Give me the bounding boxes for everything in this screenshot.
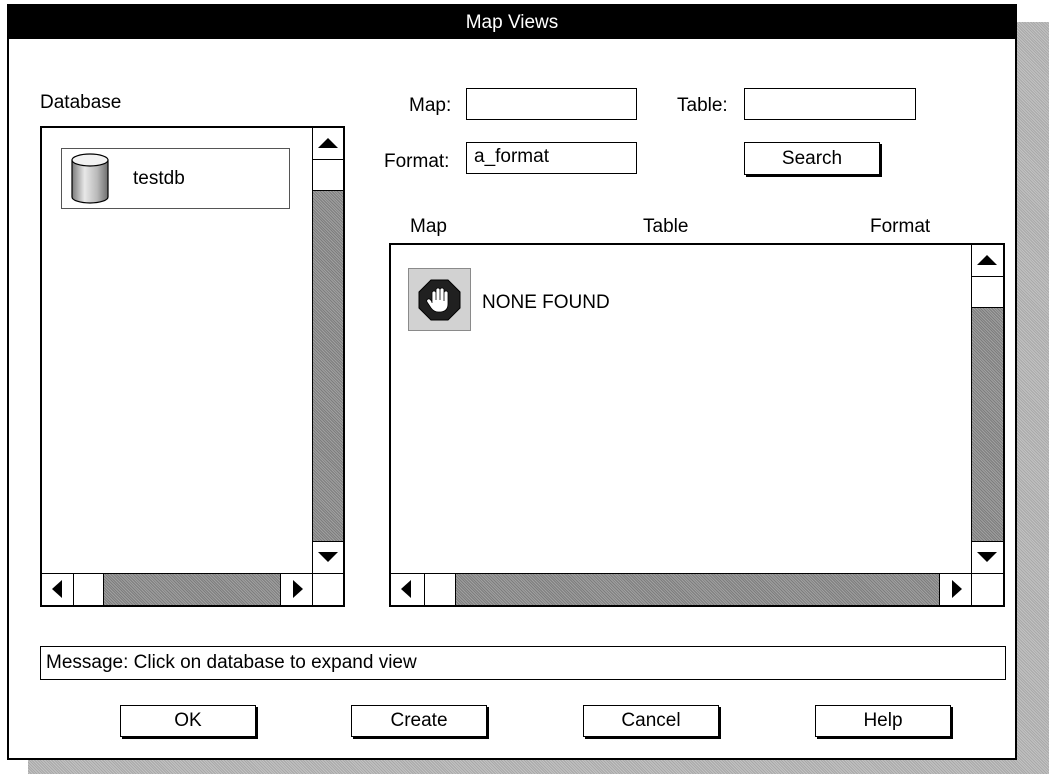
database-item-testdb[interactable]: testdb [61,148,290,209]
arrow-down-icon [977,552,997,562]
database-vertical-scrollbar[interactable] [312,128,343,573]
scroll-down-button[interactable] [972,541,1003,573]
message-text: Message: Click on database to expand vie… [46,652,417,673]
ok-button-label: OK [174,710,202,731]
scroll-corner [312,573,343,605]
help-button-label: Help [863,710,903,731]
arrow-up-icon [318,138,338,148]
scroll-thumb[interactable] [425,574,456,605]
scroll-thumb[interactable] [972,277,1003,308]
scroll-right-button[interactable] [939,574,971,605]
scroll-track[interactable] [104,574,280,605]
format-label: Format: [384,151,450,172]
window-title: Map Views [465,12,559,33]
column-header-table: Table [643,216,689,237]
help-button[interactable]: Help [815,705,951,737]
results-list[interactable]: NONE FOUND [389,243,1005,607]
map-input[interactable] [466,88,637,120]
search-button-label: Search [781,148,843,169]
scroll-thumb[interactable] [74,574,104,605]
results-horizontal-scrollbar[interactable] [391,573,971,605]
format-input[interactable]: a_format [466,142,637,174]
scroll-thumb[interactable] [313,160,343,191]
cancel-button[interactable]: Cancel [583,705,719,737]
scroll-up-button[interactable] [972,245,1003,277]
create-button-label: Create [390,710,448,731]
arrow-right-icon [952,580,962,598]
database-item-label: testdb [133,168,185,189]
database-list[interactable]: testdb [40,126,345,607]
scroll-track[interactable] [972,308,1003,541]
arrow-left-icon [401,580,411,598]
arrow-right-icon [293,580,303,598]
cancel-button-label: Cancel [621,710,681,731]
scroll-track[interactable] [456,574,939,605]
scroll-down-button[interactable] [313,541,343,573]
results-vertical-scrollbar[interactable] [971,245,1003,573]
map-views-dialog: Map Views Database testdb Map: Table: Fo… [7,4,1017,760]
table-input[interactable] [744,88,916,120]
scroll-left-button[interactable] [42,574,74,605]
arrow-left-icon [52,580,62,598]
column-header-format: Format [870,216,931,237]
title-bar: Map Views [9,6,1015,39]
scroll-track[interactable] [313,191,343,541]
database-horizontal-scrollbar[interactable] [42,573,312,605]
database-cylinder-icon [71,153,109,204]
search-button[interactable]: Search [744,142,880,175]
ok-button[interactable]: OK [120,705,256,737]
message-bar: Message: Click on database to expand vie… [40,646,1006,680]
scroll-corner [971,573,1003,605]
arrow-down-icon [318,552,338,562]
arrow-up-icon [977,255,997,265]
create-button[interactable]: Create [351,705,487,737]
scroll-left-button[interactable] [391,574,425,605]
database-label: Database [40,92,122,113]
map-label: Map: [409,95,452,116]
column-header-map: Map [410,216,447,237]
table-label: Table: [677,95,728,116]
scroll-right-button[interactable] [280,574,312,605]
scroll-up-button[interactable] [313,128,343,160]
results-status-text: NONE FOUND [482,292,610,313]
stop-hand-icon [408,268,471,331]
